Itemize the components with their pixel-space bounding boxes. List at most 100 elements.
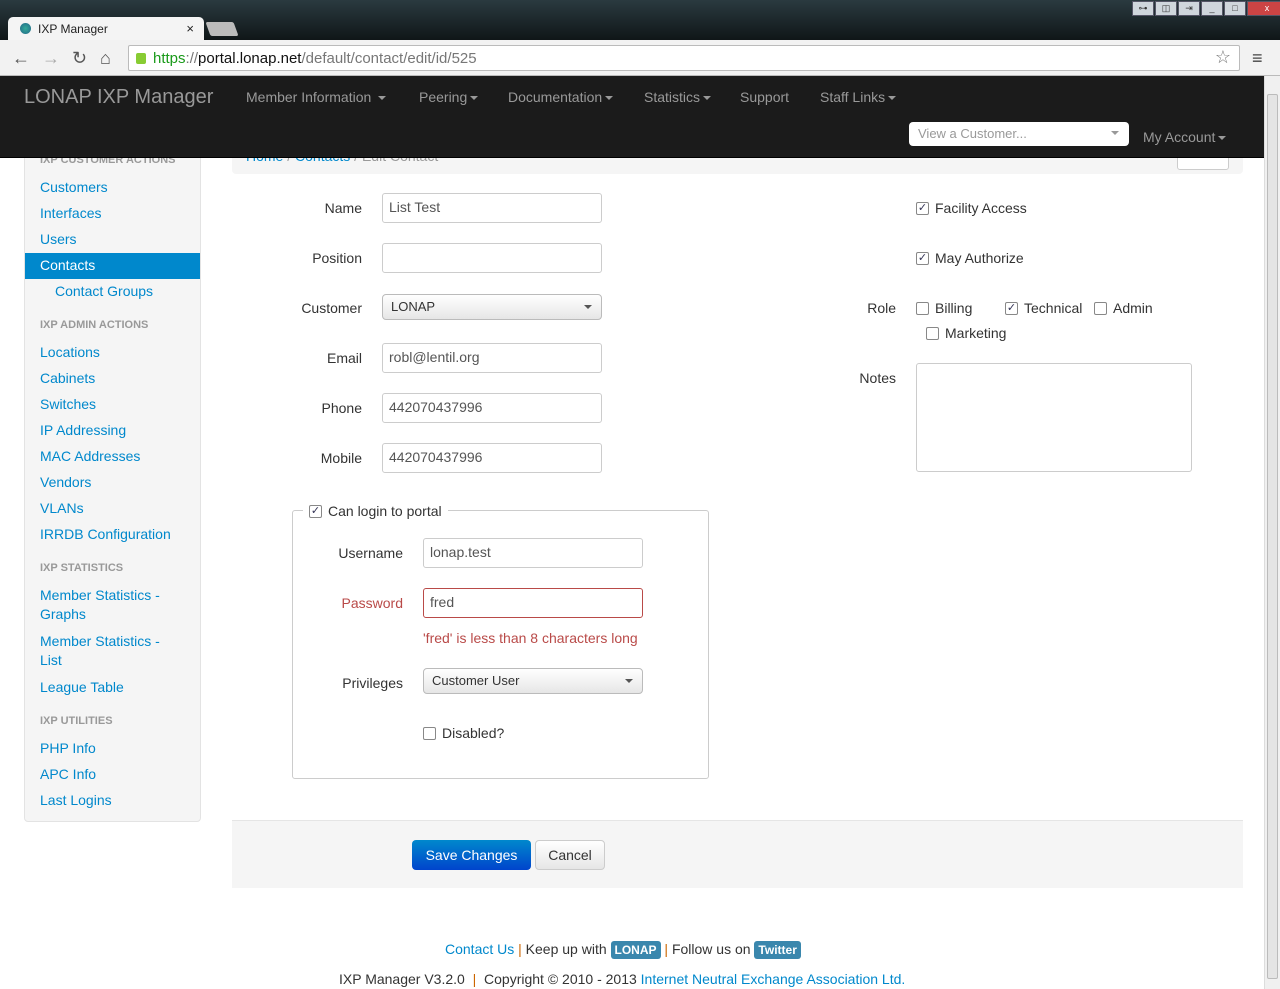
customer-select[interactable]: LONAP [382, 294, 602, 320]
sidebar-item-contacts[interactable]: Contacts [25, 253, 200, 279]
minimize-icon[interactable]: _ [1201, 1, 1223, 16]
disabled-checkbox[interactable] [423, 727, 436, 740]
can-login-label: Can login to portal [328, 503, 442, 519]
role-marketing-checkbox[interactable] [926, 327, 939, 340]
org-link[interactable]: Internet Neutral Exchange Association Lt… [641, 971, 906, 987]
url-scheme: https [153, 50, 186, 67]
caret-down-icon [378, 96, 387, 101]
nav-label: Peering [419, 89, 468, 105]
twitter-badge-link[interactable]: Twitter [754, 941, 801, 959]
position-input[interactable] [382, 243, 602, 273]
back-icon[interactable]: ← [12, 48, 30, 69]
role-billing-checkbox[interactable] [916, 302, 929, 315]
notes-textarea[interactable] [916, 363, 1192, 472]
lonap-badge-link[interactable]: LONAP [610, 941, 661, 959]
sidebar-item-customers[interactable]: Customers [40, 178, 108, 197]
caret-down-icon [1218, 136, 1227, 141]
phone-label: Phone [321, 400, 362, 416]
sidebar-item-mac-addresses[interactable]: MAC Addresses [40, 447, 140, 466]
sidebar-item-contact-groups[interactable]: Contact Groups [55, 282, 153, 301]
sidebar-item-locations[interactable]: Locations [40, 343, 100, 362]
address-bar[interactable]: https://portal.lonap.net/default/contact… [128, 45, 1240, 71]
footer-line-2: IXP Manager V3.2.0 | Copyright © 2010 - … [339, 971, 905, 987]
nav-member-information[interactable]: Member Information [246, 89, 387, 105]
footer-line-1: Contact Us | Keep up with LONAP | Follow… [445, 941, 801, 959]
sidebar-item-member-statistics-list[interactable]: Member Statistics - List [40, 632, 180, 670]
browser-menu-icon[interactable]: ≡ [1252, 48, 1263, 69]
nav-documentation[interactable]: Documentation [508, 89, 614, 105]
sidebar-item-last-logins[interactable]: Last Logins [40, 791, 112, 810]
customer-select[interactable]: View a Customer... [909, 122, 1129, 146]
mobile-input[interactable]: 442070437996 [382, 443, 602, 473]
sidebar-item-member-statistics-graphs[interactable]: Member Statistics - Graphs [40, 586, 180, 624]
password-input[interactable]: fred [423, 588, 643, 618]
customer-label: Customer [301, 300, 362, 316]
cancel-button[interactable]: Cancel [535, 840, 605, 870]
url-sep: :// [185, 50, 199, 67]
scrollbar[interactable] [1264, 76, 1280, 989]
role-billing-label: Billing [935, 300, 973, 316]
nav-peering[interactable]: Peering [419, 89, 479, 105]
nav-label: Support [740, 89, 790, 105]
role-admin-checkbox[interactable] [1094, 302, 1107, 315]
tool-icon[interactable]: ⇥ [1178, 1, 1200, 16]
nav-support[interactable]: Support [740, 89, 789, 105]
copyright-text: Copyright © 2010 - 2013 [484, 971, 637, 987]
disabled-label: Disabled? [442, 725, 505, 741]
can-login-checkbox[interactable]: ✓ [309, 504, 322, 518]
maximize-icon[interactable]: □ [1224, 1, 1246, 16]
window-controls: ⊶ ◫ ⇥ _ □ x [1132, 1, 1280, 16]
sidebar-item-vlans[interactable]: VLANs [40, 499, 84, 518]
caret-down-icon [625, 679, 633, 683]
forward-icon[interactable]: → [42, 48, 60, 69]
contact-us-link[interactable]: Contact Us [445, 941, 514, 957]
reload-icon[interactable]: ↻ [72, 48, 87, 69]
sidebar-item-vendors[interactable]: Vendors [40, 473, 91, 492]
my-account-menu[interactable]: My Account [1143, 129, 1227, 145]
password-error: 'fred' is less than 8 characters long [423, 630, 638, 646]
sidebar-item-apc-info[interactable]: APC Info [40, 765, 96, 784]
save-changes-button[interactable]: Save Changes [412, 840, 531, 870]
privileges-select[interactable]: Customer User [423, 668, 643, 694]
caret-down-icon [1111, 131, 1119, 135]
password-label: Password [341, 595, 403, 611]
customer-select-placeholder: View a Customer... [918, 126, 1027, 141]
facility-access-checkbox[interactable]: ✓ [916, 202, 929, 215]
browser-tab[interactable]: IXP Manager × [8, 17, 204, 42]
home-icon[interactable]: ⌂ [100, 48, 111, 69]
caret-down-icon [470, 96, 479, 101]
privileges-label: Privileges [342, 675, 403, 691]
role-technical-checkbox[interactable]: ✓ [1005, 302, 1018, 315]
caret-down-icon [888, 96, 897, 101]
name-input[interactable]: List Test [382, 193, 602, 223]
new-tab-button[interactable] [205, 22, 239, 36]
sidebar-item-php-info[interactable]: PHP Info [40, 739, 96, 758]
sidebar-item-cabinets[interactable]: Cabinets [40, 369, 95, 388]
browser-toolbar: ← → ↻ ⌂ https://portal.lonap.net/default… [0, 40, 1280, 76]
sidebar-item-irrdb-configuration[interactable]: IRRDB Configuration [40, 525, 171, 544]
close-window-icon[interactable]: x [1247, 1, 1280, 16]
nav-statistics[interactable]: Statistics [644, 89, 712, 105]
sidebar-header: IXP Admin Actions [40, 319, 149, 331]
email-input[interactable]: robl@lentil.org [382, 343, 602, 373]
may-authorize-checkbox[interactable]: ✓ [916, 252, 929, 265]
sidebar-item-users[interactable]: Users [40, 230, 77, 249]
sidebar-item-league-table[interactable]: League Table [40, 678, 124, 697]
scrollbar-thumb[interactable] [1267, 94, 1278, 979]
nav-label: Statistics [644, 89, 701, 105]
close-tab-icon[interactable]: × [186, 21, 194, 36]
login-legend[interactable]: ✓ Can login to portal [303, 503, 448, 519]
sidebar-item-ip-addressing[interactable]: IP Addressing [40, 421, 126, 440]
username-input[interactable]: lonap.test [423, 538, 643, 568]
nav-staff-links[interactable]: Staff Links [820, 89, 897, 105]
sidebar-item-interfaces[interactable]: Interfaces [40, 204, 101, 223]
mobile-label: Mobile [320, 450, 362, 466]
brand[interactable]: LONAP IXP Manager [24, 86, 213, 109]
tool-icon[interactable]: ⊶ [1132, 1, 1154, 16]
bookmark-star-icon[interactable]: ☆ [1215, 47, 1231, 68]
phone-input[interactable]: 442070437996 [382, 393, 602, 423]
form-actions: Save Changes Cancel [232, 820, 1243, 888]
tool-icon[interactable]: ◫ [1155, 1, 1177, 16]
sidebar-item-switches[interactable]: Switches [40, 395, 96, 414]
url-path: /default/contact/edit/id/525 [301, 50, 477, 67]
